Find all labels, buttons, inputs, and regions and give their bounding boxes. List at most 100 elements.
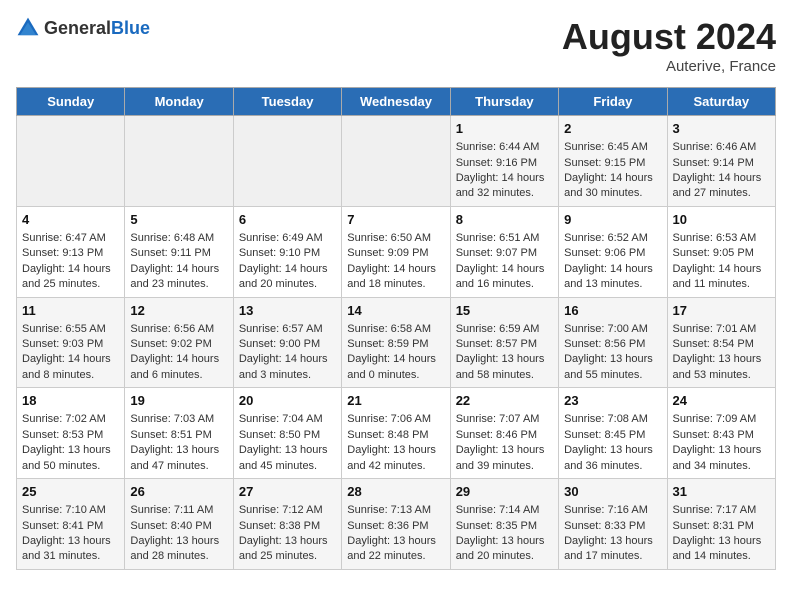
sunset-text: Sunset: 8:31 PM [673,520,754,532]
sunset-text: Sunset: 9:15 PM [564,157,645,169]
day-number: 31 [673,483,770,501]
calendar-cell: 19Sunrise: 7:03 AMSunset: 8:51 PMDayligh… [125,388,233,479]
calendar-table: SundayMondayTuesdayWednesdayThursdayFrid… [16,87,776,570]
sunset-text: Sunset: 8:46 PM [456,429,537,441]
sunrise-text: Sunrise: 6:44 AM [456,141,540,153]
calendar-cell: 16Sunrise: 7:00 AMSunset: 8:56 PMDayligh… [559,297,667,388]
sunrise-text: Sunrise: 7:07 AM [456,413,540,425]
sunrise-text: Sunrise: 6:52 AM [564,232,648,244]
calendar-cell: 30Sunrise: 7:16 AMSunset: 8:33 PMDayligh… [559,479,667,570]
day-number: 23 [564,392,661,410]
sunset-text: Sunset: 8:43 PM [673,429,754,441]
calendar-cell: 21Sunrise: 7:06 AMSunset: 8:48 PMDayligh… [342,388,450,479]
daylight-text: Daylight: 14 hours and 18 minutes. [347,263,436,290]
daylight-text: Daylight: 13 hours and 50 minutes. [22,444,111,471]
day-number: 1 [456,120,553,138]
sunrise-text: Sunrise: 7:09 AM [673,413,757,425]
calendar-location: Auterive, France [562,58,776,75]
calendar-cell: 10Sunrise: 6:53 AMSunset: 9:05 PMDayligh… [667,206,775,297]
day-number: 12 [130,302,227,320]
calendar-cell: 12Sunrise: 6:56 AMSunset: 9:02 PMDayligh… [125,297,233,388]
sunrise-text: Sunrise: 7:01 AM [673,323,757,335]
day-number: 8 [456,211,553,229]
calendar-cell: 2 Sunrise: 6:45 AM Sunset: 9:15 PM Daylight… [559,116,667,207]
sunset-text: Sunset: 9:11 PM [130,247,211,259]
daylight-text: Daylight: 13 hours and 25 minutes. [239,535,328,562]
weekday-header-thursday: Thursday [450,88,558,116]
sunrise-text: Sunrise: 7:00 AM [564,323,648,335]
calendar-cell: 1Sunrise: 6:44 AMSunset: 9:16 PMDaylight… [450,116,558,207]
calendar-cell [17,116,125,207]
week-row-1: 1 Sunrise: 6:44 AM Sunset: 9:16 PM Daylight… [17,116,776,207]
weekday-header-wednesday: Wednesday [342,88,450,116]
daylight-text: Daylight: 13 hours and 58 minutes. [456,353,545,380]
sunrise-text: Sunrise: 7:16 AM [564,504,648,516]
sunrise-text: Sunrise: 6:45 AM [564,141,648,153]
sunrise-text: Sunrise: 6:46 AM [673,141,757,153]
calendar-cell: 25Sunrise: 7:10 AMSunset: 8:41 PMDayligh… [17,479,125,570]
sunset-text: Sunset: 9:07 PM [456,247,537,259]
daylight-text: Daylight: 13 hours and 20 minutes. [456,535,545,562]
sunset-text: Sunset: 9:16 PM [456,157,537,169]
calendar-cell: 17 Sunrise: 7:01 AM Sunset: 8:54 PM Dayligh… [667,297,775,388]
daylight-text: Daylight: 14 hours and 6 minutes. [130,353,219,380]
calendar-cell: 29 Sunrise: 7:14 AM Sunset: 8:35 PM Dayligh… [450,479,558,570]
sunrise-text: Sunrise: 6:47 AM [22,232,106,244]
sunset-text: Sunset: 8:33 PM [564,520,645,532]
daylight-text: Daylight: 13 hours and 39 minutes. [456,444,545,471]
calendar-cell: 20Sunrise: 7:04 AMSunset: 8:50 PMDayligh… [233,388,341,479]
sunset-text: Sunset: 9:10 PM [239,247,320,259]
daylight-text: Daylight: 13 hours and 47 minutes. [130,444,219,471]
sunset-text: Sunset: 8:53 PM [22,429,103,441]
sunrise-text: Sunrise: 7:14 AM [456,504,540,516]
sunrise-text: Sunrise: 6:58 AM [347,323,431,335]
weekday-header-tuesday: Tuesday [233,88,341,116]
daylight-text: Daylight: 13 hours and 42 minutes. [347,444,436,471]
weekday-header-monday: Monday [125,88,233,116]
day-number: 20 [239,392,336,410]
calendar-cell: 26Sunrise: 7:11 AMSunset: 8:40 PMDayligh… [125,479,233,570]
page-header: GeneralBlue August 2024 Auterive, France [16,16,776,75]
sunrise-text: Sunrise: 7:12 AM [239,504,323,516]
sunrise-text: Sunrise: 6:50 AM [347,232,431,244]
calendar-cell: 28Sunrise: 7:13 AMSunset: 8:36 PMDayligh… [342,479,450,570]
daylight-text: Daylight: 13 hours and 53 minutes. [673,353,762,380]
sunrise-text: Sunrise: 6:51 AM [456,232,540,244]
daylight-text: Daylight: 13 hours and 14 minutes. [673,535,762,562]
day-number: 5 [130,211,227,229]
calendar-cell: 14Sunrise: 6:58 AMSunset: 8:59 PMDayligh… [342,297,450,388]
sunset-text: Sunset: 8:57 PM [456,338,537,350]
weekday-header-row: SundayMondayTuesdayWednesdayThursdayFrid… [17,88,776,116]
day-number: 28 [347,483,444,501]
day-number: 30 [564,483,661,501]
daylight-text: Daylight: 14 hours and 27 minutes. [673,172,762,199]
sunrise-text: Sunrise: 7:08 AM [564,413,648,425]
daylight-text: Daylight: 14 hours and 20 minutes. [239,263,328,290]
sunset-text: Sunset: 9:06 PM [564,247,645,259]
daylight-text: Daylight: 14 hours and 25 minutes. [22,263,111,290]
sunset-text: Sunset: 8:35 PM [456,520,537,532]
week-row-3: 11Sunrise: 6:55 AMSunset: 9:03 PMDayligh… [17,297,776,388]
day-number: 10 [673,211,770,229]
sunset-text: Sunset: 8:54 PM [673,338,754,350]
week-row-4: 18Sunrise: 7:02 AMSunset: 8:53 PMDayligh… [17,388,776,479]
daylight-text: Daylight: 14 hours and 16 minutes. [456,263,545,290]
sunrise-text: Sunrise: 6:57 AM [239,323,323,335]
logo-icon [16,16,40,40]
day-number: 3 [673,120,770,138]
week-row-5: 25Sunrise: 7:10 AMSunset: 8:41 PMDayligh… [17,479,776,570]
day-number: 2 [564,120,661,138]
calendar-cell: 31Sunrise: 7:17 AMSunset: 8:31 PMDayligh… [667,479,775,570]
day-number: 17 [673,302,770,320]
day-number: 9 [564,211,661,229]
calendar-cell: 23Sunrise: 7:08 AMSunset: 8:45 PMDayligh… [559,388,667,479]
daylight-text: Daylight: 14 hours and 11 minutes. [673,263,762,290]
daylight-text: Daylight: 14 hours and 30 minutes. [564,172,653,199]
calendar-cell: 8 Sunrise: 6:51 AM Sunset: 9:07 PM Daylight… [450,206,558,297]
sunset-text: Sunset: 8:41 PM [22,520,103,532]
day-number: 19 [130,392,227,410]
sunrise-text: Sunrise: 6:55 AM [22,323,106,335]
day-number: 29 [456,483,553,501]
sunrise-text: Sunrise: 6:56 AM [130,323,214,335]
calendar-cell: 9Sunrise: 6:52 AMSunset: 9:06 PMDaylight… [559,206,667,297]
